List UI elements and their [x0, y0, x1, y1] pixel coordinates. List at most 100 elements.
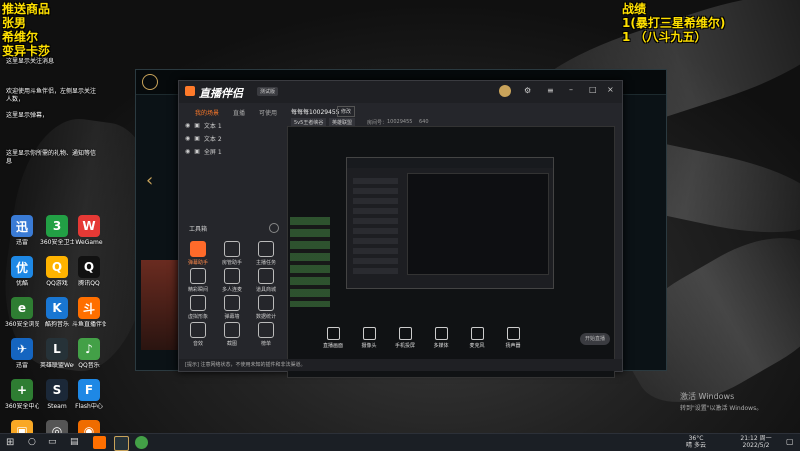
tool-button[interactable]: 弹幕墙 — [217, 295, 247, 320]
avatar[interactable] — [499, 85, 511, 97]
lock-icon[interactable]: ▣ — [194, 148, 200, 155]
minimize-icon[interactable]: – — [569, 85, 573, 94]
tool-button[interactable]: 精彩瞬间 — [183, 268, 213, 293]
tab-my-scenes[interactable]: 我的场景 — [195, 108, 219, 117]
desktop-icon[interactable]: Q 腾讯QQ — [72, 256, 106, 287]
tab-live[interactable]: 直播 — [233, 108, 245, 117]
nested-title-bar — [347, 158, 553, 168]
task-view-icon[interactable]: ▭ — [48, 437, 57, 447]
explorer-icon[interactable]: ▤ — [70, 437, 79, 447]
desktop-icon[interactable]: K 酷狗音乐 — [40, 297, 74, 328]
side-note: 欢迎使用斗鱼伴侣，左侧显示关注人数， — [6, 88, 97, 103]
desktop-icon[interactable]: 迅迅雷 — [5, 215, 39, 246]
windows-start-icon[interactable]: ⊞ — [6, 437, 14, 448]
hot-count: 640 — [419, 119, 429, 125]
eye-icon[interactable]: ◉ — [185, 135, 190, 142]
desktop-icon[interactable]: L 英雄联盟WeGame版 — [40, 338, 74, 369]
clock[interactable]: 21:12 周一 2022/5/2 — [734, 435, 778, 449]
bottom-tool-button[interactable]: 麦克风 — [462, 327, 492, 349]
tool-button[interactable]: 截图 — [217, 322, 247, 347]
close-icon[interactable]: × — [607, 85, 614, 94]
settings-icon[interactable]: ⚙ — [524, 86, 531, 95]
tool-button[interactable]: 房管助手 — [217, 241, 247, 266]
list-item[interactable]: ◉ ▣ 文本 1 — [185, 119, 281, 132]
desktop-icon[interactable]: W WeGame — [72, 215, 106, 246]
tool-button[interactable]: 虚拟形象 — [183, 295, 213, 320]
more-icon[interactable] — [269, 223, 279, 233]
overlay-line: 变异卡莎 — [2, 44, 51, 58]
desktop-icon-label: 腾讯QQ — [78, 280, 100, 287]
tool-label: 榜单 — [260, 341, 271, 347]
tab-available[interactable]: 可使用 — [259, 108, 277, 117]
bottom-tool-label: 扬声器 — [505, 343, 521, 349]
toolbox-title: 工具箱 — [189, 226, 208, 233]
desktop-icon-label: 360安全卫士 — [40, 239, 74, 246]
notification-icon[interactable]: ▢ — [786, 437, 794, 446]
bottom-tool-button[interactable]: 多媒体 — [426, 327, 456, 349]
lock-icon[interactable]: ▣ — [194, 135, 200, 142]
desktop-icon[interactable]: F Flash中心 — [72, 379, 106, 410]
start-live-button[interactable]: 开始直播 — [580, 333, 610, 345]
desktop-icon[interactable]: ♪ QQ音乐 — [72, 338, 106, 369]
scene-tabs: 我的场景 直播 可使用 — [195, 108, 277, 117]
activation-watermark-subtitle: 转到"设置"以激活 Windows。 — [680, 405, 763, 412]
desktop-icon-label: 360安全浏览器 — [5, 321, 39, 328]
tool-label: 弹幕助手 — [187, 260, 208, 266]
weather-widget[interactable]: 36°C 晴 多云 — [676, 435, 716, 449]
overlay-line: 张男 — [2, 16, 27, 30]
desktop-icon[interactable]: 斗斗鱼直播伴侣 — [72, 297, 106, 328]
app-icon: K — [46, 297, 68, 319]
desktop-icon-label: QQ游戏 — [46, 280, 68, 287]
list-item[interactable]: ◉ ▣ 全屏 1 — [185, 145, 281, 158]
edit-button[interactable]: 修改 — [337, 106, 356, 117]
live-preview[interactable]: 直播画面 摄像头 手机投屏 多媒体 麦克风 扬声器 开始直播 — [287, 126, 615, 378]
desktop-icon[interactable]: e 360安全浏览器 — [5, 297, 39, 328]
maximize-icon[interactable]: □ — [589, 85, 597, 94]
app-icon: 优 — [11, 256, 33, 278]
bottom-toolbar: 直播画面 摄像头 手机投屏 多媒体 麦克风 扬声器 — [318, 327, 548, 357]
tool-label: 主播任务 — [255, 260, 276, 266]
desktop-icon[interactable]: ✈ 迅雷 — [5, 338, 39, 369]
lock-icon[interactable]: ▣ — [194, 122, 200, 129]
bottom-tool-button[interactable]: 直播画面 — [318, 327, 348, 349]
desktop-icon-label: 优酷 — [15, 280, 28, 287]
desktop-icon[interactable]: 优优酷 — [5, 256, 39, 287]
tool-button[interactable]: 道具商城 — [251, 268, 281, 293]
companion-app-taskbar-icon[interactable] — [93, 436, 106, 449]
side-note: 这里显示你所需的礼物、通知等信息 — [6, 150, 97, 165]
browser-taskbar-icon[interactable] — [135, 436, 148, 449]
bottom-tool-button[interactable]: 扬声器 — [498, 327, 528, 349]
app-logo-icon — [185, 86, 195, 96]
list-item[interactable]: ◉ ▣ 文本 2 — [185, 132, 281, 145]
eye-icon[interactable]: ◉ — [185, 148, 190, 155]
tool-icon — [190, 241, 206, 257]
desktop-icon[interactable]: +360安全中心 — [5, 379, 39, 410]
menu-icon[interactable]: ≡ — [547, 86, 554, 95]
tool-button[interactable]: 弹幕助手 — [183, 241, 213, 266]
tool-button[interactable]: 数据统计 — [251, 295, 281, 320]
tool-icon — [224, 241, 240, 257]
app-icon: S — [46, 379, 68, 401]
tool-button[interactable]: 主播任务 — [251, 241, 281, 266]
game-taskbar-icon[interactable] — [114, 436, 129, 451]
eye-icon[interactable]: ◉ — [185, 122, 190, 129]
desktop-icon[interactable]: S Steam — [40, 379, 74, 410]
live-companion-window[interactable]: 直播伴侣 测试版 ⚙ ≡ – □ × 我的场景 直播 可使用 ◉ ▣ 文本 1 ◉ ▣… — [178, 80, 623, 378]
tool-icon — [224, 295, 240, 311]
bottom-tool-button[interactable]: 手机投屏 — [390, 327, 420, 349]
chevron-left-icon[interactable]: ‹ — [146, 170, 153, 191]
title-bar: 直播伴侣 测试版 ⚙ ≡ – □ × — [179, 81, 622, 103]
tool-button[interactable]: 多人连麦 — [217, 268, 247, 293]
room-id-label: 房间号： — [367, 120, 388, 126]
tool-button[interactable]: 榜单 — [251, 322, 281, 347]
tool-icon — [224, 268, 240, 284]
desktop-icon[interactable]: 3 360安全卫士 — [40, 215, 74, 246]
desktop-icon[interactable]: Q QQ游戏 — [40, 256, 74, 287]
tool-label: 截图 — [226, 341, 237, 347]
search-icon[interactable]: ○ — [28, 437, 36, 447]
bottom-tool-button[interactable]: 摄像头 — [354, 327, 384, 349]
tool-icon — [190, 322, 206, 338]
tool-icon — [224, 322, 240, 338]
desktop-icon-label: 迅雷 — [15, 239, 28, 246]
tool-button[interactable]: 音效 — [183, 322, 213, 347]
